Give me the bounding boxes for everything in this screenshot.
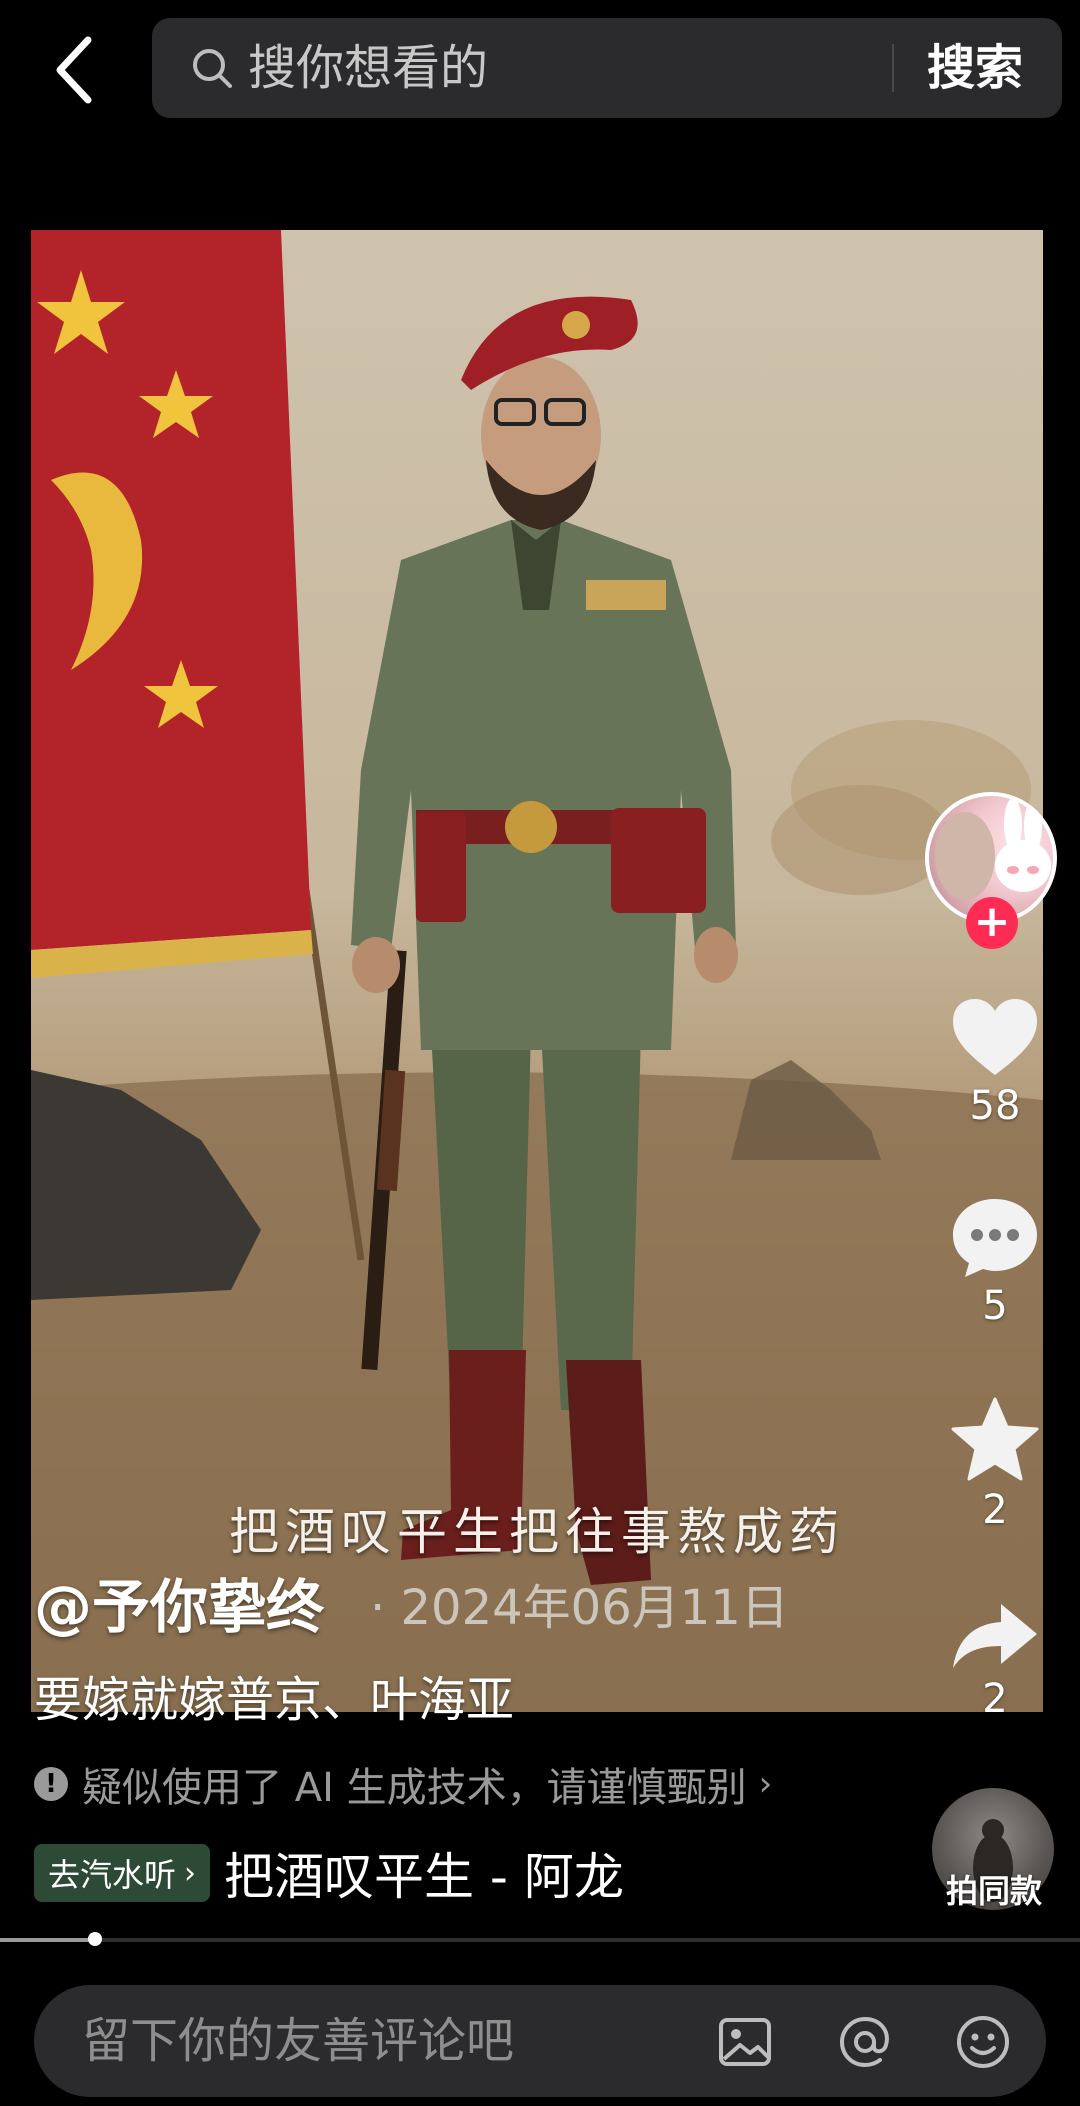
favorite-button[interactable]: 2 — [935, 1395, 1055, 1533]
share-arrow-icon — [953, 1604, 1037, 1668]
music-row: 去汽水听 › 把酒叹平生 - 阿龙 — [34, 1843, 624, 1906]
at-mention-icon[interactable] — [836, 2013, 894, 2071]
back-button[interactable] — [40, 30, 110, 110]
comment-bubble-icon — [953, 1199, 1037, 1277]
image-icon[interactable] — [716, 2013, 774, 2071]
comment-button[interactable]: 5 — [935, 1195, 1055, 1329]
comment-count: 5 — [982, 1283, 1008, 1329]
ai-notice-text: 疑似使用了 AI 生成技术，请谨慎甄别 — [82, 1765, 747, 1811]
like-button[interactable]: 58 — [935, 995, 1055, 1129]
chevron-right-icon: › — [184, 1855, 197, 1891]
favorite-count: 2 — [982, 1487, 1008, 1533]
comment-input[interactable]: 留下你的友善评论吧 — [82, 2011, 514, 2071]
search-button[interactable]: 搜索 — [927, 36, 1047, 100]
video-page: 搜你想看的 搜索 把酒叹平生把往事熬成药 + 58 5 2 2 @予你挚终 · … — [0, 0, 1080, 2106]
star-icon — [951, 1397, 1039, 1481]
author-name[interactable]: @予你挚终 — [34, 1560, 324, 1644]
chevron-right-icon: › — [758, 1764, 773, 1804]
like-count: 58 — [969, 1083, 1021, 1129]
search-input[interactable]: 搜你想看的 — [248, 40, 488, 96]
follow-button[interactable]: + — [966, 897, 1018, 949]
video-caption-overlay: 把酒叹平生把往事熬成药 — [229, 1503, 845, 1561]
music-title[interactable]: 把酒叹平生 - 阿龙 — [224, 1837, 624, 1909]
progress-knob[interactable] — [88, 1932, 102, 1946]
same-style-label[interactable]: 拍同款 — [920, 1866, 1068, 1912]
video-player[interactable]: 把酒叹平生把往事熬成药 — [31, 230, 1043, 1712]
chevron-left-icon — [56, 36, 92, 104]
search-icon — [193, 49, 232, 88]
listen-tag-label: 去汽水听 — [48, 1856, 177, 1894]
comment-input-bar[interactable]: 留下你的友善评论吧 — [34, 1985, 1046, 2097]
video-frame-illustration — [31, 230, 1043, 1712]
listen-in-app-button[interactable]: 去汽水听 › — [34, 1844, 211, 1902]
progress-fill — [0, 1938, 95, 1942]
share-count: 2 — [982, 1676, 1008, 1722]
emoji-icon[interactable] — [954, 2013, 1012, 2071]
post-date: · 2024年06月11日 — [370, 1580, 789, 1636]
progress-track[interactable] — [0, 1938, 1080, 1942]
ai-generated-notice[interactable]: ! 疑似使用了 AI 生成技术，请谨慎甄别 › — [34, 1756, 772, 1812]
search-divider — [892, 44, 894, 92]
warning-icon: ! — [34, 1767, 68, 1801]
post-description: 要嫁就嫁普京、叶海亚 — [34, 1672, 515, 1728]
heart-icon — [953, 999, 1037, 1075]
share-button[interactable]: 2 — [935, 1600, 1055, 1722]
search-bar[interactable]: 搜你想看的 搜索 — [152, 18, 1062, 118]
